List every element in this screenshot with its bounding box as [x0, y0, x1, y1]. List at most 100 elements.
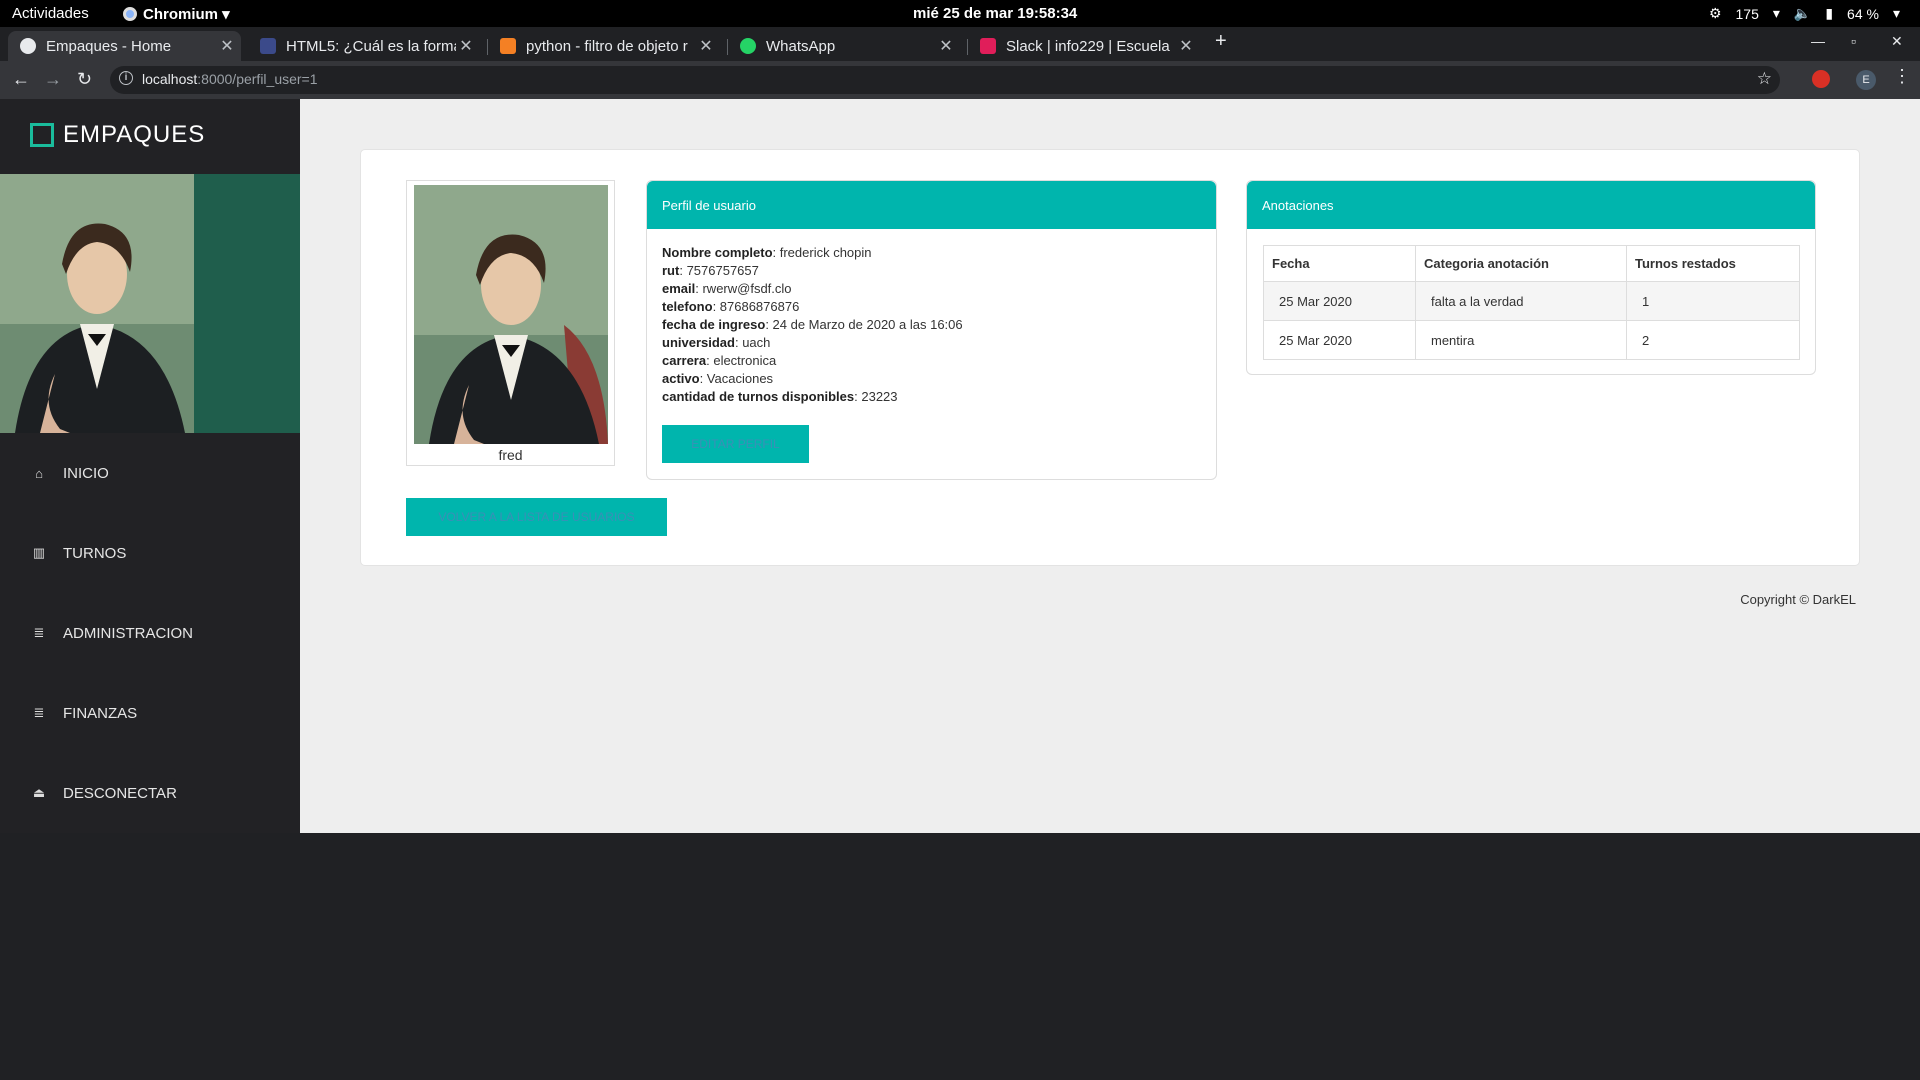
back-arrow-icon[interactable]: ← [12, 69, 30, 90]
notes-panel: Anotaciones Fecha Categoria anotación Tu… [1246, 180, 1816, 375]
battery-icon: ▮ [1825, 5, 1834, 21]
close-tab-icon[interactable]: ✕ [1176, 36, 1196, 56]
profile-field-nombre: Nombre completo: frederick chopin [662, 244, 1201, 262]
updates-icon: ⚙ [1708, 5, 1722, 21]
system-top-bar: Actividades Chromium ▾ mié 25 de mar 19:… [0, 0, 1920, 27]
extension-icon[interactable] [1812, 70, 1830, 88]
edit-profile-button[interactable]: EDITAR PERFIL [662, 425, 809, 463]
forward-arrow-icon[interactable]: → [44, 69, 62, 90]
profile-card: fred Perfil de usuario Nombre completo: … [360, 149, 1860, 566]
sidebar-item-inicio[interactable]: ⌂ INICIO [0, 433, 300, 513]
field-value: : frederick chopin [772, 245, 872, 260]
bookmark-star-icon[interactable]: ☆ [1757, 69, 1772, 89]
sidebar-item-label: TURNOS [63, 544, 127, 562]
tab-whatsapp[interactable]: WhatsApp ✕ [728, 31, 960, 61]
photo-caption: fred [498, 447, 523, 463]
field-value: : 24 de Marzo de 2020 a las 16:06 [765, 317, 963, 332]
battery-level: 64 % [1847, 5, 1879, 22]
volume-icon: 🔈 [1793, 5, 1812, 21]
app-menu-label: Chromium [143, 6, 218, 23]
system-menu-icon: ▾ [1892, 5, 1900, 21]
browser-toolbar: ← → ↻ i localhost:8000/perfil_user=1 ☆ [0, 61, 1920, 99]
globe-icon [20, 38, 36, 54]
url-path: :8000/perfil_user=1 [197, 71, 318, 87]
bar-chart-icon: ▥ [32, 545, 46, 560]
field-value: : Vacaciones [699, 371, 774, 386]
sidebar-item-finanzas[interactable]: ≣ FINANZAS [0, 673, 300, 753]
table-cell: 1 [1626, 281, 1800, 321]
tab-empaques[interactable]: Empaques - Home ✕ [8, 31, 241, 61]
column-header-fecha: Fecha [1263, 245, 1416, 282]
sidebar-item-administracion[interactable]: ≣ ADMINISTRACION [0, 593, 300, 673]
new-tab-icon[interactable]: + [1215, 30, 1227, 53]
info-icon[interactable]: i [119, 71, 133, 85]
notes-table: Fecha Categoria anotación Turnos restado… [1263, 245, 1800, 360]
profile-field-telefono: telefono: 87686876876 [662, 298, 1201, 316]
close-tab-icon[interactable]: ✕ [936, 36, 956, 56]
close-window-icon[interactable]: ✕ [1891, 33, 1903, 50]
table-row: 25 Mar 2020 falta a la verdad 1 [1263, 281, 1800, 321]
close-tab-icon[interactable]: ✕ [456, 36, 476, 56]
sidebar: EMPAQUES ⌂ INICIO ▥ TURNOS ≣ ADMINISTRAC… [0, 99, 300, 833]
field-label: fecha de ingreso [662, 317, 766, 332]
field-label: Nombre completo [662, 245, 773, 260]
address-bar[interactable]: i localhost:8000/perfil_user=1 ☆ [110, 66, 1780, 94]
maximize-icon[interactable]: ▫ [1851, 33, 1856, 49]
table-cell: 25 Mar 2020 [1263, 320, 1416, 360]
profile-field-rut: rut: 7576757657 [662, 262, 1201, 280]
tab-python[interactable]: python - filtro de objeto r ✕ [488, 31, 720, 61]
clock[interactable]: mié 25 de mar 19:58:34 [913, 5, 1077, 22]
field-label: telefono [662, 299, 713, 314]
field-label: rut [662, 263, 680, 278]
chromium-icon [123, 7, 137, 21]
profile-field-universidad: universidad: uach [662, 334, 1201, 352]
sidebar-item-label: INICIO [63, 464, 109, 482]
table-header-row: Fecha Categoria anotación Turnos restado… [1263, 245, 1800, 282]
sidebar-item-label: FINANZAS [63, 704, 138, 722]
profile-panel: Perfil de usuario Nombre completo: frede… [646, 180, 1217, 480]
url-host: localhost [142, 71, 198, 87]
profile-avatar[interactable]: E [1856, 70, 1876, 90]
field-value: : electronica [706, 353, 777, 368]
copyright-text: Copyright © DarkEL [1740, 592, 1856, 607]
stackoverflow-icon [500, 38, 516, 54]
wifi-icon: ▾ [1772, 5, 1780, 21]
database-icon: ≣ [33, 705, 45, 720]
database-icon: ≣ [33, 625, 45, 640]
profile-field-fecha-ingreso: fecha de ingreso: 24 de Marzo de 2020 a … [662, 316, 1201, 334]
minimize-icon[interactable]: — [1811, 33, 1825, 49]
menu-kebab-icon[interactable]: ⋮ [1893, 66, 1911, 87]
table-cell: 25 Mar 2020 [1263, 281, 1416, 321]
system-tray[interactable]: ⚙ 175 ▾ 🔈 ▮ 64 % ▾ [1709, 5, 1900, 22]
sidebar-item-turnos[interactable]: ▥ TURNOS [0, 513, 300, 593]
updates-count: 175 [1735, 5, 1759, 22]
field-value: : 7576757657 [679, 263, 759, 278]
url-text[interactable]: localhost:8000/perfil_user=1 [142, 71, 318, 87]
site-icon [260, 38, 276, 54]
column-header-categoria: Categoria anotación [1415, 245, 1627, 282]
back-to-users-button[interactable]: VOLVER A LA LISTA DE USUARIOS [406, 498, 667, 536]
tab-slack[interactable]: Slack | info229 | Escuela ✕ [968, 31, 1200, 61]
field-value: : rwerw@fsdf.clo [695, 281, 792, 296]
activities-button[interactable]: Actividades [12, 5, 89, 22]
web-page: EMPAQUES ⌂ INICIO ▥ TURNOS ≣ ADMINISTRAC… [0, 99, 1920, 833]
tab-title: Empaques - Home [46, 37, 172, 55]
tab-strip: Empaques - Home ✕ HTML5: ¿Cuál es la for… [0, 27, 1920, 61]
profile-panel-header: Perfil de usuario [647, 181, 1216, 229]
reload-icon[interactable]: ↻ [77, 69, 92, 90]
sidebar-item-desconectar[interactable]: ⏏ DESCONECTAR [0, 753, 300, 833]
logo-square-icon [30, 123, 54, 147]
app-menu[interactable]: Chromium ▾ [123, 5, 230, 23]
close-tab-icon[interactable]: ✕ [217, 36, 237, 56]
profile-field-activo: activo: Vacaciones [662, 370, 1201, 388]
close-tab-icon[interactable]: ✕ [696, 36, 716, 56]
sidebar-menu: ⌂ INICIO ▥ TURNOS ≣ ADMINISTRACION ≣ FIN… [0, 433, 300, 833]
slack-icon [980, 38, 996, 54]
table-cell: 2 [1626, 320, 1800, 360]
brand[interactable]: EMPAQUES [0, 99, 300, 174]
tab-title: Slack | info229 | Escuela [1006, 37, 1170, 55]
tab-html5[interactable]: HTML5: ¿Cuál es la forma ✕ [248, 31, 480, 61]
user-portrait-image [414, 185, 608, 444]
sidebar-hero [0, 174, 300, 433]
profile-details: Nombre completo: frederick chopin rut: 7… [647, 229, 1216, 406]
